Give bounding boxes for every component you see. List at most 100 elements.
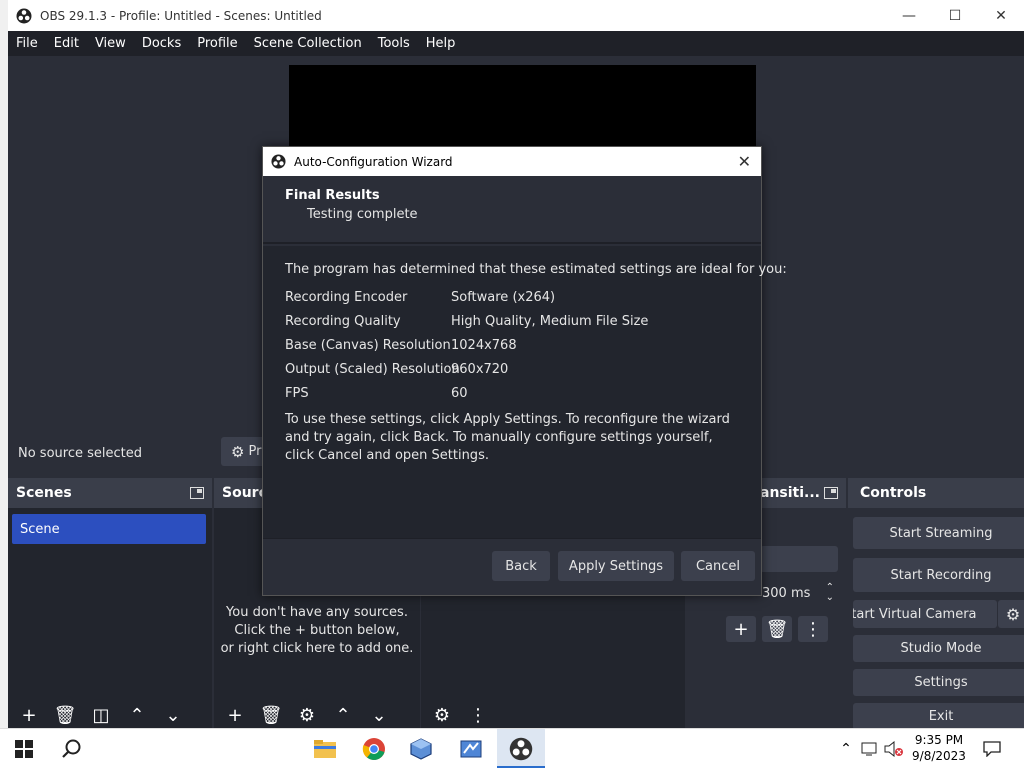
volume-muted-icon[interactable] (882, 735, 906, 763)
gear-icon: ⚙ (231, 442, 245, 461)
add-icon[interactable]: + (726, 616, 756, 642)
scenes-list: Scene + 🗑 ◫ ⌃ ⌄ (8, 508, 212, 728)
no-source-label: No source selected (18, 445, 142, 461)
setting-row: Base (Canvas) Resolution 1024x768 (285, 333, 739, 357)
menu-help[interactable]: Help (418, 36, 464, 51)
transition-duration-value: 300 ms (762, 585, 811, 601)
scene-item[interactable]: Scene (12, 514, 206, 544)
arrow-down-icon[interactable]: ⌄ (160, 703, 186, 727)
start-recording-button[interactable]: Start Recording (853, 558, 1024, 592)
cancel-button[interactable]: Cancel (681, 551, 755, 581)
maximize-icon[interactable]: ☐ (932, 0, 978, 31)
menubar: File Edit View Docks Profile Scene Colle… (8, 31, 1024, 56)
undock-icon[interactable] (824, 487, 838, 499)
scenes-dock-title: Scenes (16, 485, 72, 501)
arrow-up-icon[interactable]: ⌃ (124, 703, 150, 727)
search-icon[interactable] (56, 735, 88, 763)
transition-buttons: + 🗑 ⋮ (726, 616, 828, 642)
menu-profile[interactable]: Profile (189, 36, 245, 51)
menu-edit[interactable]: Edit (46, 36, 87, 51)
trash-icon[interactable]: 🗑 (258, 703, 284, 727)
dialog-button-bar: Back Apply Settings Cancel (263, 538, 761, 595)
controls-dock: Controls Start Streaming Start Recording… (848, 478, 1024, 730)
more-vert-icon[interactable]: ⋮ (798, 616, 828, 642)
taskbar: ⌃ 9:35 PM 9/8/2023 (0, 728, 1024, 768)
controls-dock-header: Controls (848, 478, 1024, 508)
auto-config-wizard-dialog: Auto-Configuration Wizard ✕ Final Result… (262, 146, 787, 596)
exit-button[interactable]: Exit (853, 703, 1024, 730)
transition-select[interactable] (760, 546, 838, 572)
transitions-dock-title: ansiti... (760, 485, 820, 501)
apply-settings-button[interactable]: Apply Settings (558, 551, 674, 581)
window-titlebar: OBS 29.1.3 - Profile: Untitled - Scenes:… (0, 0, 1024, 31)
start-streaming-button[interactable]: Start Streaming (853, 517, 1024, 549)
gear-icon[interactable]: ⚙ (294, 703, 320, 727)
close-icon[interactable]: ✕ (738, 152, 751, 171)
setting-row: Recording Quality High Quality, Medium F… (285, 309, 739, 333)
instructions-note: To use these settings, click Apply Setti… (285, 412, 730, 463)
add-icon[interactable]: + (222, 703, 248, 727)
scenes-toolbar: + 🗑 ◫ ⌃ ⌄ (8, 702, 212, 728)
start-virtual-camera-button[interactable]: Start Virtual Camera (853, 600, 997, 628)
properties-button[interactable]: ⚙ Pr (221, 437, 265, 466)
gears-icon[interactable]: ⚙ (429, 703, 455, 727)
dialog-title: Auto-Configuration Wizard (294, 154, 453, 169)
start-virtual-camera-label: Start Virtual Camera (853, 606, 977, 622)
menu-file[interactable]: File (8, 36, 46, 51)
setting-value: Software (x264) (451, 289, 556, 305)
controls-dock-title: Controls (860, 485, 927, 501)
menu-view[interactable]: View (87, 36, 134, 51)
trash-icon[interactable]: 🗑 (762, 616, 792, 642)
obs-logo-icon (16, 8, 32, 23)
network-icon[interactable] (858, 735, 882, 763)
close-icon[interactable]: ✕ (978, 0, 1024, 31)
setting-value: High Quality, Medium File Size (451, 313, 649, 329)
windows-start-icon[interactable] (8, 735, 40, 763)
menu-tools[interactable]: Tools (370, 36, 418, 51)
sources-dock-title: Sourc (222, 485, 267, 501)
more-vert-icon[interactable]: ⋮ (465, 703, 491, 727)
setting-key: Output (Scaled) Resolution (285, 361, 460, 377)
settings-button[interactable]: Settings (853, 669, 1024, 696)
controls-body: Start Streaming Start Recording Start Vi… (848, 508, 1024, 730)
mixer-toolbar: ⚙ ⋮ (421, 702, 685, 728)
chrome-icon[interactable] (358, 735, 390, 763)
results-intro: The program has determined that these es… (285, 262, 787, 277)
system-clock[interactable]: 9:35 PM 9/8/2023 (905, 732, 973, 764)
setting-key: Recording Encoder (285, 289, 408, 305)
obs-logo-icon (271, 154, 286, 169)
filter-icon[interactable]: ◫ (88, 703, 114, 727)
setting-row: FPS 60 (285, 381, 739, 405)
setting-value: 60 (451, 385, 468, 401)
arrow-up-icon[interactable]: ⌃ (330, 703, 356, 727)
no-sources-message: You don't have any sources. Click the + … (220, 605, 414, 656)
spinner-icon[interactable]: ⌃ ⌄ (826, 583, 834, 603)
add-icon[interactable]: + (16, 703, 42, 727)
minimize-icon[interactable]: — (886, 0, 932, 31)
setting-key: Base (Canvas) Resolution (285, 337, 451, 353)
arrow-down-icon[interactable]: ⌄ (366, 703, 392, 727)
transition-duration[interactable]: 300 ms ⌃ ⌄ (760, 580, 838, 606)
file-explorer-icon[interactable] (309, 735, 341, 763)
chevron-up-icon[interactable]: ⌃ (836, 735, 856, 763)
setting-value: 960x720 (451, 361, 509, 377)
trash-icon[interactable]: 🗑 (52, 703, 78, 727)
clock-time: 9:35 PM (914, 733, 964, 747)
gear-icon: ⚙ (1005, 604, 1021, 624)
clock-date: 9/8/2023 (912, 749, 966, 763)
obs-taskbar-icon[interactable] (505, 735, 537, 763)
menu-scene-collection[interactable]: Scene Collection (246, 36, 370, 51)
back-button[interactable]: Back (492, 551, 550, 581)
vm-settings-icon[interactable] (455, 735, 487, 763)
dialog-header-title: Final Results (285, 188, 380, 203)
undock-icon[interactable] (190, 487, 204, 499)
studio-mode-button[interactable]: Studio Mode (853, 635, 1024, 662)
scenes-dock: Scenes Scene + 🗑 ◫ ⌃ ⌄ (8, 478, 212, 728)
virtual-camera-settings-button[interactable]: ⚙ (998, 600, 1024, 628)
sources-toolbar: + 🗑 ⚙ ⌃ ⌄ (214, 702, 420, 728)
properties-label: Pr (248, 444, 262, 459)
dialog-header-subtitle: Testing complete (307, 207, 418, 222)
virtualbox-icon[interactable] (405, 735, 437, 763)
notifications-icon[interactable] (976, 735, 1008, 763)
menu-docks[interactable]: Docks (134, 36, 189, 51)
